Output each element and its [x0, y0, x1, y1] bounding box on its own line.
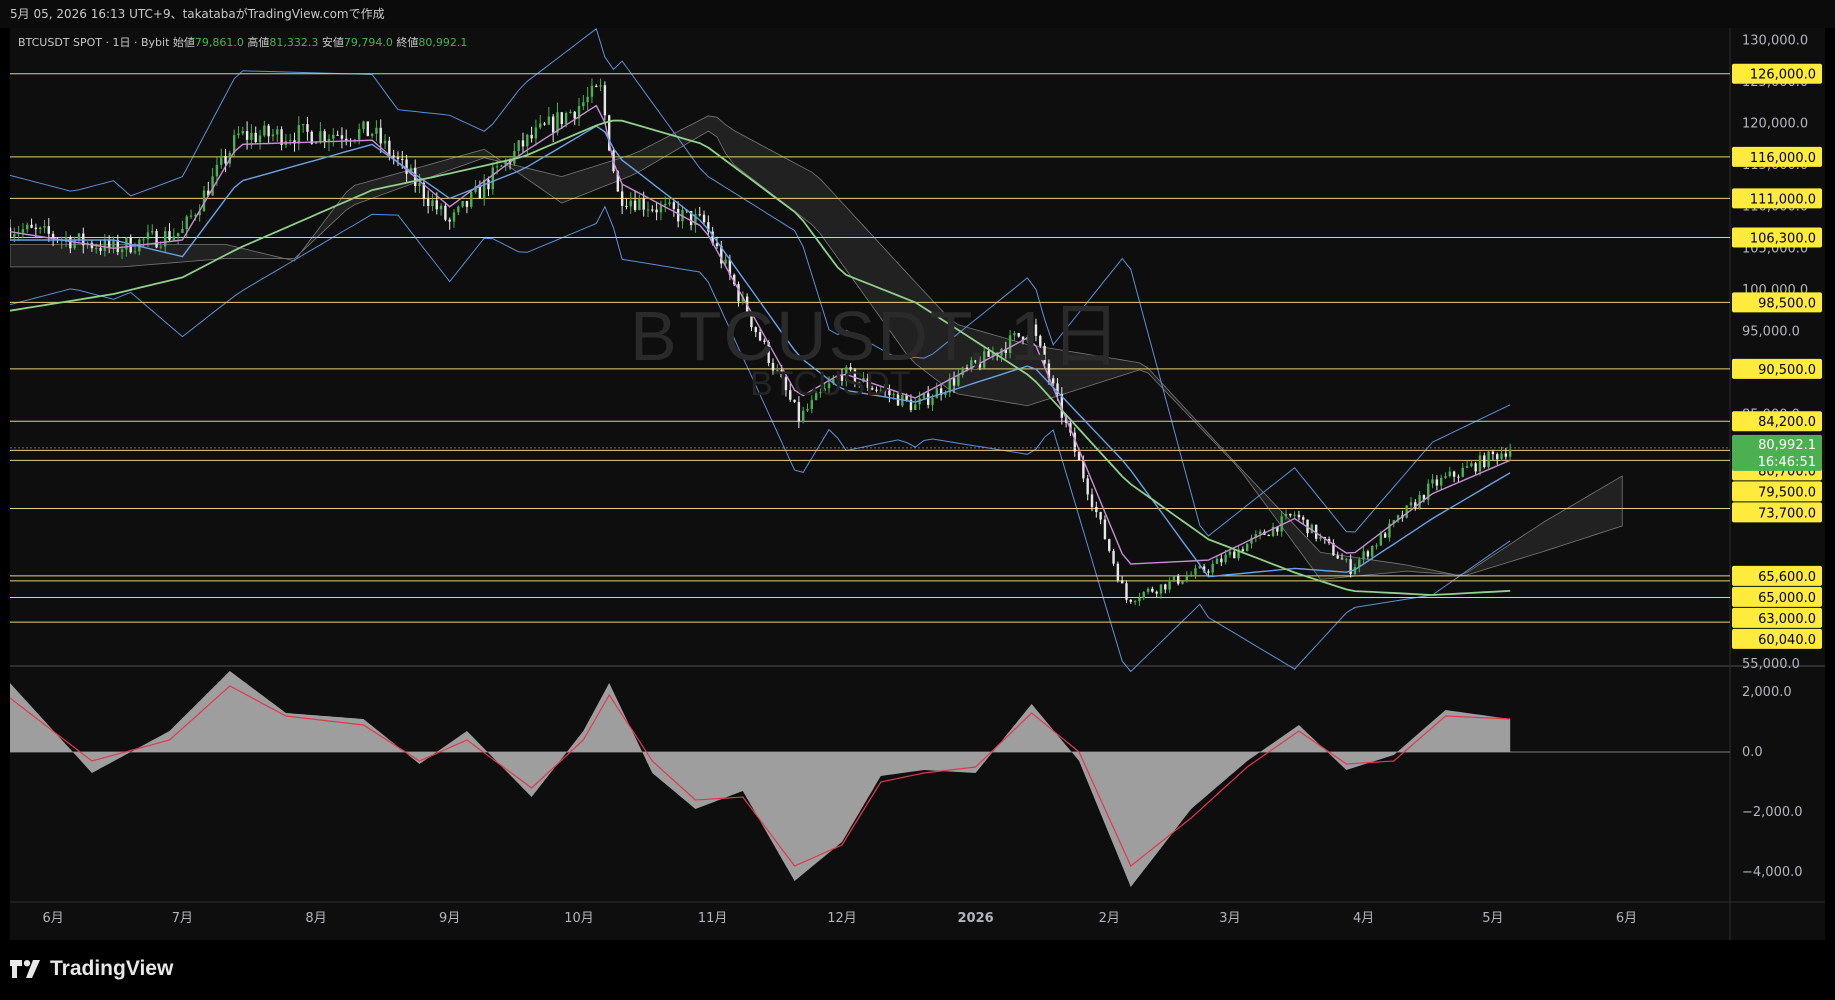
- legend-low-label: 安値: [321, 36, 344, 49]
- price-tick-label: 95,000.0: [1742, 324, 1800, 339]
- svg-text:80,992.1: 80,992.1: [1758, 438, 1816, 453]
- svg-text:106,300.0: 106,300.0: [1750, 232, 1816, 247]
- level-label[interactable]: 111,000.0: [1732, 188, 1822, 209]
- level-label[interactable]: 63,000.0: [1732, 607, 1822, 628]
- legend-open-value: 79,861.0: [194, 36, 244, 49]
- time-tick-label: 3月: [1219, 911, 1240, 926]
- current-price-label: 80,992.1 16:46:51: [1732, 434, 1822, 471]
- candle: [1487, 450, 1490, 469]
- time-tick-label: 8月: [305, 911, 326, 926]
- candle: [1116, 561, 1120, 583]
- candle: [366, 121, 369, 137]
- time-tick-label: 11月: [698, 911, 728, 926]
- tradingview-logo-text: TradingView: [50, 957, 174, 980]
- candle: [155, 228, 158, 249]
- ohlc-legend: BTCUSDT SPOT · 1日 · Bybit 始値79,861.0 高値8…: [18, 34, 467, 50]
- time-tick-label: 4月: [1353, 911, 1374, 926]
- chart-svg[interactable]: 130,000.0125,000.0120,000.0115,000.0110,…: [10, 28, 1825, 940]
- svg-text:90,500.0: 90,500.0: [1758, 363, 1816, 378]
- symbol-watermark-sub: BTCUSDT: [750, 365, 911, 403]
- level-label[interactable]: 79,500.0: [1732, 481, 1822, 502]
- legend-close-value: 80,992.1: [418, 36, 468, 49]
- legend-symbol: BTCUSDT SPOT · 1日 · Bybit: [18, 36, 170, 49]
- time-tick-label: 6月: [42, 911, 63, 926]
- time-tick-label: 12月: [827, 911, 857, 926]
- candle: [1112, 549, 1115, 566]
- svg-text:126,000.0: 126,000.0: [1750, 68, 1816, 83]
- candle: [1125, 580, 1128, 604]
- time-tick-label: 7月: [172, 911, 193, 926]
- oscillator-tick-label: −2,000.0: [1742, 805, 1803, 820]
- legend-high-value: 81,332.3: [269, 36, 319, 49]
- svg-text:65,000.0: 65,000.0: [1758, 591, 1816, 606]
- level-label[interactable]: 73,700.0: [1732, 502, 1822, 523]
- tradingview-logo[interactable]: TradingView: [10, 957, 173, 981]
- svg-text:73,700.0: 73,700.0: [1758, 506, 1816, 521]
- candle: [1108, 538, 1111, 553]
- price-tick-label: 55,000.0: [1742, 657, 1800, 672]
- svg-text:116,000.0: 116,000.0: [1750, 151, 1816, 166]
- legend-open-label: 始値: [172, 36, 195, 49]
- level-label[interactable]: 126,000.0: [1732, 63, 1822, 84]
- level-label[interactable]: 90,500.0: [1732, 358, 1822, 379]
- svg-text:63,000.0: 63,000.0: [1758, 612, 1816, 627]
- legend-low-value: 79,794.0: [343, 36, 393, 49]
- svg-text:98,500.0: 98,500.0: [1758, 296, 1816, 311]
- chart-frame[interactable]: 130,000.0125,000.0120,000.0115,000.0110,…: [10, 28, 1825, 940]
- level-label[interactable]: 65,000.0: [1732, 586, 1822, 607]
- svg-text:16:46:51: 16:46:51: [1758, 455, 1816, 470]
- svg-text:111,000.0: 111,000.0: [1750, 192, 1816, 207]
- svg-text:65,600.0: 65,600.0: [1758, 570, 1816, 585]
- tradingview-logo-icon: [10, 960, 40, 978]
- level-label[interactable]: 60,040.0: [1732, 628, 1822, 649]
- time-tick-label: 2026: [958, 911, 994, 926]
- candle: [603, 81, 607, 121]
- oscillator-tick-label: −4,000.0: [1742, 865, 1803, 880]
- level-label[interactable]: 98,500.0: [1732, 292, 1822, 313]
- oscillator-tick-label: 2,000.0: [1742, 685, 1792, 700]
- level-label[interactable]: 116,000.0: [1732, 146, 1822, 167]
- level-label[interactable]: 106,300.0: [1732, 227, 1822, 248]
- svg-text:79,500.0: 79,500.0: [1758, 485, 1816, 500]
- level-label[interactable]: 84,200.0: [1732, 411, 1822, 432]
- chart-caption: 5月 05, 2026 16:13 UTC+9、takatabaがTrading…: [0, 0, 1835, 28]
- legend-close-label: 終値: [396, 36, 419, 49]
- candle: [470, 190, 473, 209]
- svg-text:60,040.0: 60,040.0: [1758, 633, 1816, 648]
- level-label[interactable]: 65,600.0: [1732, 565, 1822, 586]
- price-tick-label: 130,000.0: [1742, 33, 1808, 48]
- time-tick-label: 10月: [564, 911, 594, 926]
- time-tick-label: 9月: [439, 911, 460, 926]
- price-tick-label: 120,000.0: [1742, 117, 1808, 132]
- legend-high-label: 高値: [247, 36, 270, 49]
- footer: [0, 940, 1835, 1000]
- svg-text:84,200.0: 84,200.0: [1758, 415, 1816, 430]
- candle: [1245, 543, 1249, 552]
- candle: [1310, 523, 1314, 534]
- time-tick-label: 6月: [1616, 911, 1637, 926]
- oscillator-tick-label: 0.0: [1742, 745, 1763, 760]
- time-tick-label: 5月: [1482, 911, 1503, 926]
- time-tick-label: 2月: [1099, 911, 1120, 926]
